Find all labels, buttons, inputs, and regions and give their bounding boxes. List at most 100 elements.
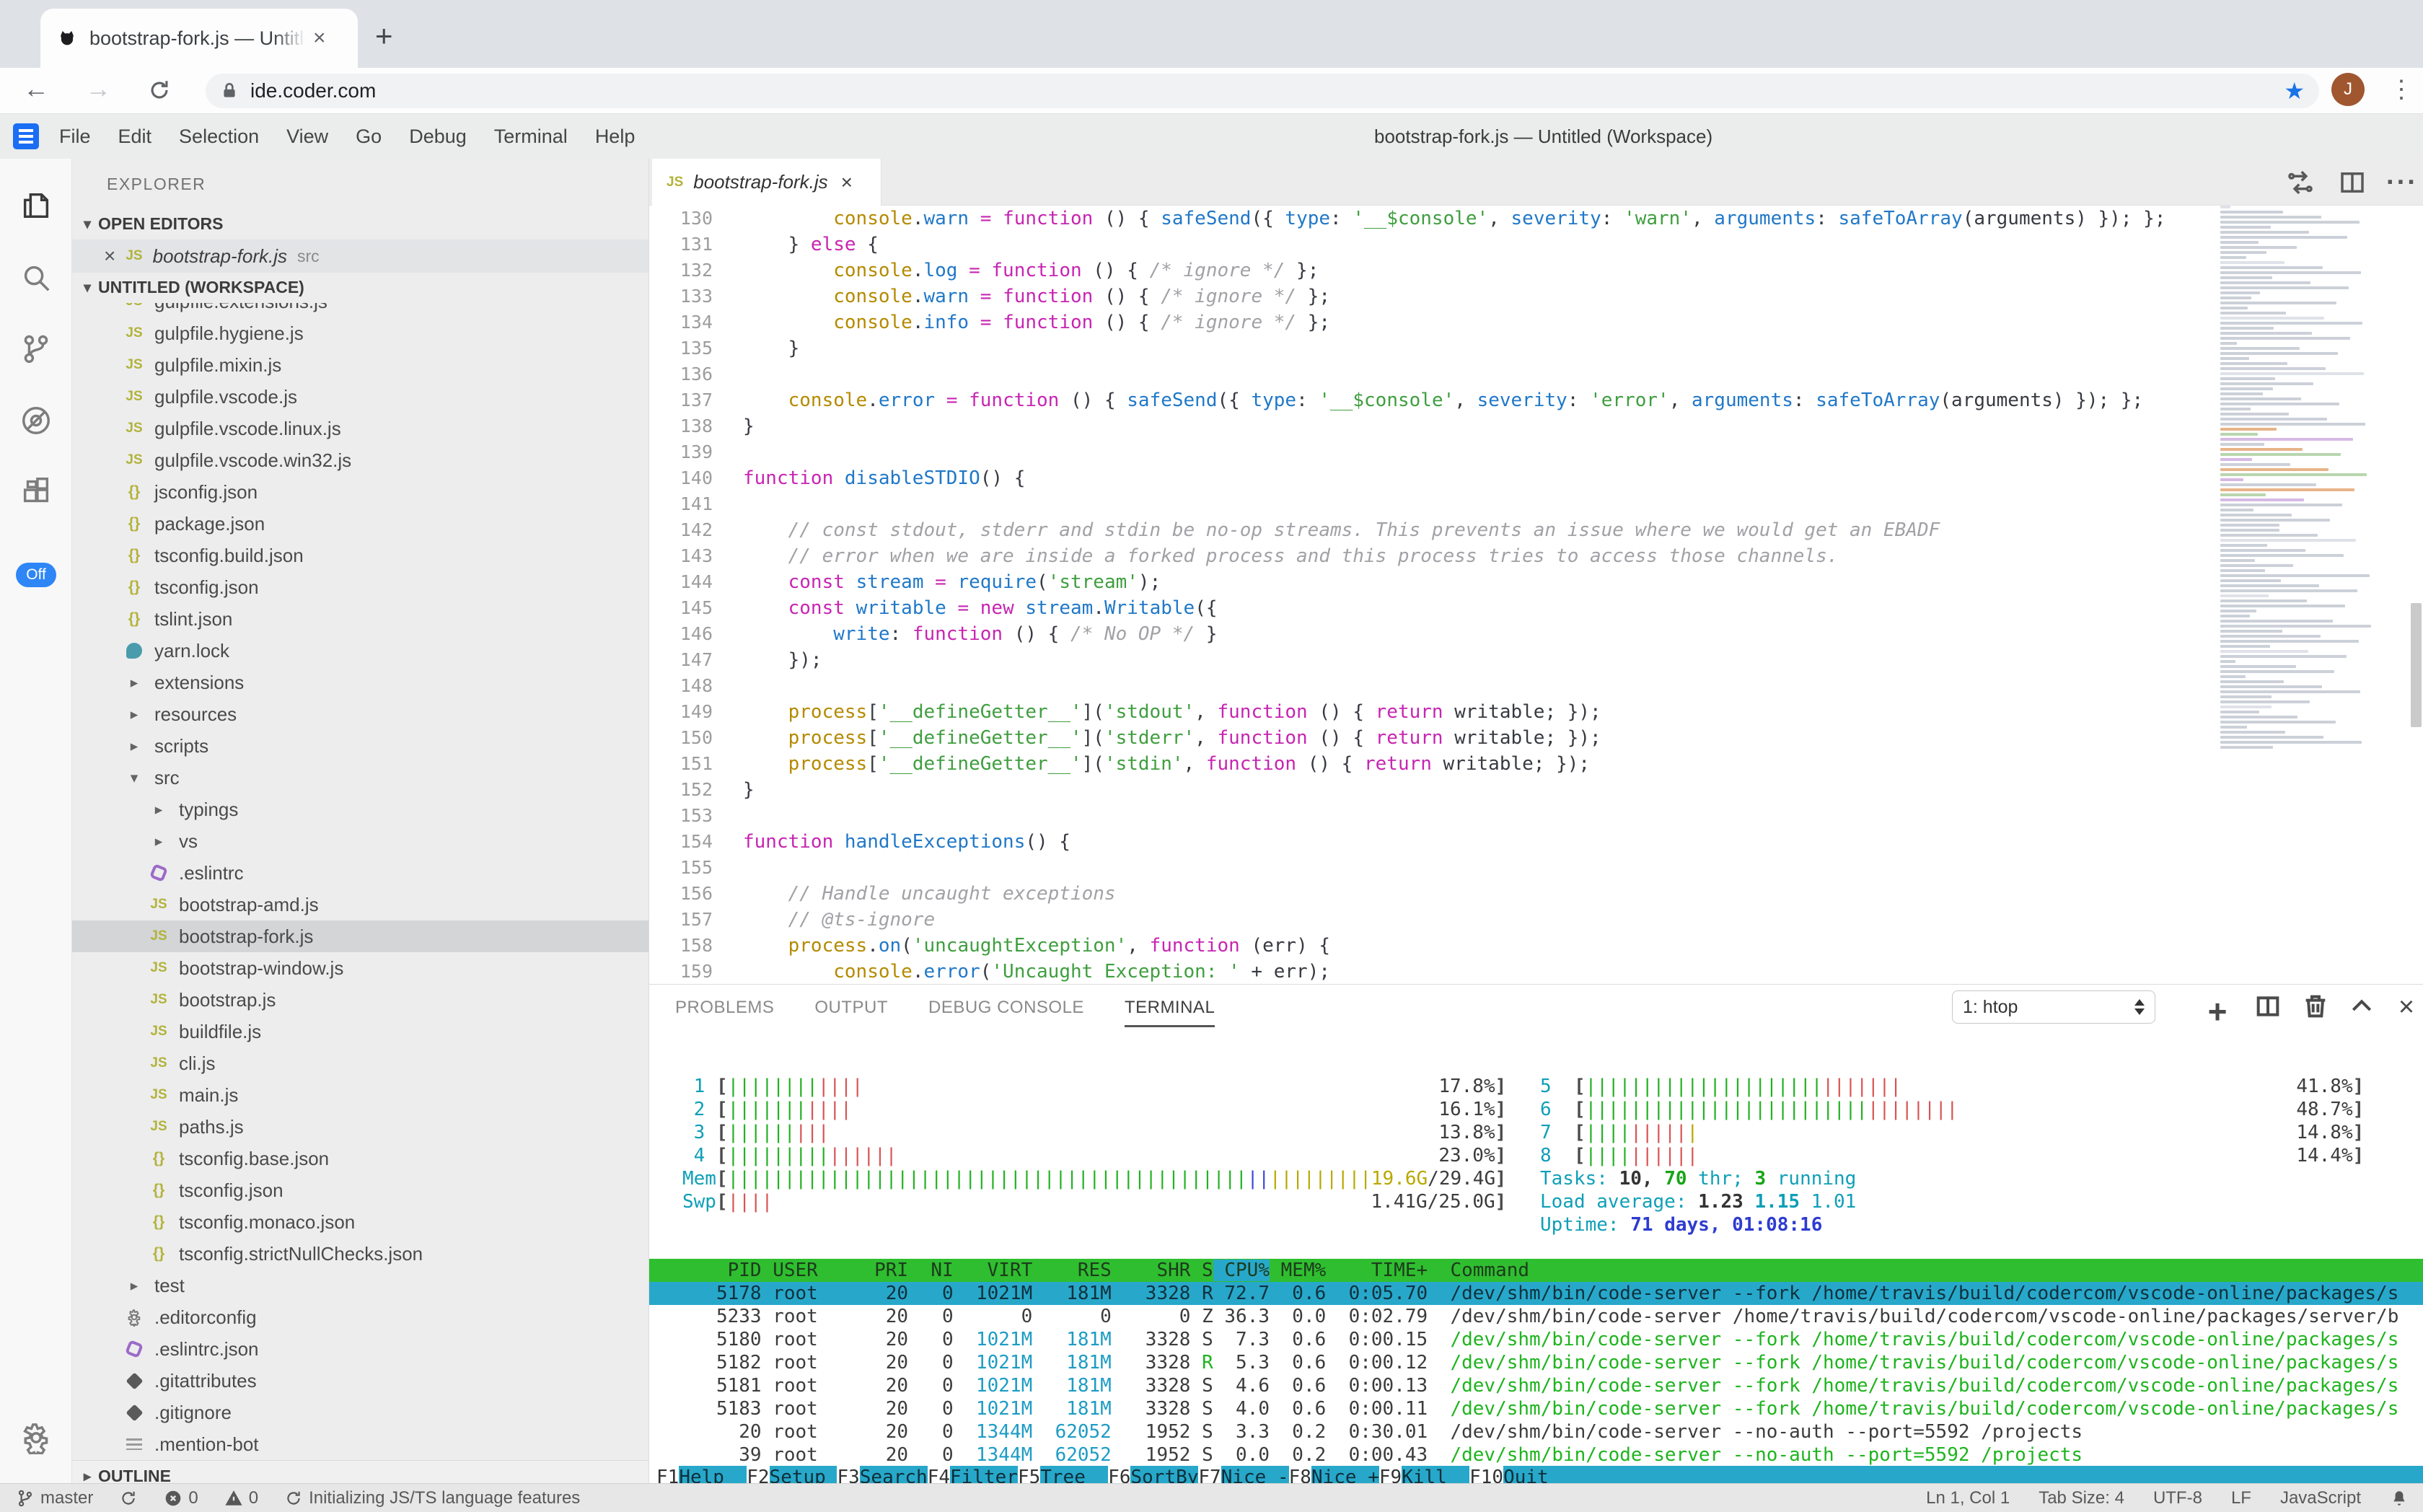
panel-tab-terminal[interactable]: TERMINAL [1125, 998, 1215, 1027]
browser-menu-icon[interactable]: ⋮ [2389, 75, 2414, 104]
open-changes-icon[interactable] [2285, 167, 2316, 198]
explorer-icon[interactable] [19, 189, 53, 222]
menu-edit[interactable]: Edit [118, 126, 152, 148]
tree-item-cli.js[interactable]: JScli.js [72, 1047, 649, 1079]
tree-item-.gitignore[interactable]: .gitignore [72, 1397, 649, 1428]
tree-item-bootstrap-window.js[interactable]: JSbootstrap-window.js [72, 952, 649, 984]
new-terminal-icon[interactable]: + [2202, 992, 2233, 1024]
panel-tab-output[interactable]: OUTPUT [814, 998, 888, 1027]
maximize-panel-icon[interactable] [2346, 992, 2378, 1024]
app-logo-icon[interactable] [13, 123, 39, 149]
tree-item-tsconfig.monaco.json[interactable]: {}tsconfig.monaco.json [72, 1206, 649, 1238]
tree-item-tsconfig.base.json[interactable]: {}tsconfig.base.json [72, 1143, 649, 1174]
tree-item-gulpfile.vscode.win32.js[interactable]: JSgulpfile.vscode.win32.js [72, 444, 649, 476]
minimap[interactable] [2220, 206, 2406, 984]
tab-close-icon[interactable]: × [313, 26, 326, 50]
editor-tab[interactable]: JS bootstrap-fork.js × [652, 159, 881, 206]
open-editor-item[interactable]: × JS bootstrap-fork.js src [72, 239, 649, 273]
toggle-off-badge[interactable]: Off [16, 563, 56, 587]
tree-item-paths.js[interactable]: JSpaths.js [72, 1111, 649, 1143]
open-editors-header[interactable]: ▾ OPEN EDITORS [72, 208, 649, 239]
more-actions-icon[interactable]: ··· [2386, 167, 2417, 198]
sync-status[interactable] [119, 1489, 138, 1508]
tree-item-vs[interactable]: ▸vs [72, 825, 649, 857]
tree-item-gulpfile.vscode.linux.js[interactable]: JSgulpfile.vscode.linux.js [72, 413, 649, 444]
bookmark-star-icon[interactable]: ★ [2284, 77, 2305, 105]
tree-item-bootstrap.js[interactable]: JSbootstrap.js [72, 984, 649, 1016]
close-panel-icon[interactable]: × [2391, 992, 2422, 1024]
workspace-header[interactable]: ▾ UNTITLED (WORKSPACE) [72, 271, 649, 303]
tree-item-src[interactable]: ▾src [72, 762, 649, 794]
menu-help[interactable]: Help [595, 126, 636, 148]
errors-status[interactable]: 0 [164, 1488, 198, 1508]
panel-tab-problems[interactable]: PROBLEMS [675, 998, 774, 1027]
tree-item-gulpfile.extensions.js[interactable]: JSgulpfile.extensions.js [72, 303, 649, 317]
panel-tab-debug-console[interactable]: DEBUG CONSOLE [928, 998, 1084, 1027]
debug-disabled-icon[interactable] [19, 404, 53, 437]
language-status-message[interactable]: Initializing JS/TS language features [284, 1488, 580, 1508]
menu-go[interactable]: Go [356, 126, 382, 148]
address-bar[interactable]: ide.coder.com ★ [206, 74, 2319, 108]
tree-item-.gitattributes[interactable]: .gitattributes [72, 1365, 649, 1397]
code-editor[interactable]: 130 console.warn = function () { safeSen… [649, 206, 2220, 984]
tree-item-bootstrap-fork.js[interactable]: JSbootstrap-fork.js [72, 920, 649, 952]
editor-scrollbar-thumb[interactable] [2411, 603, 2422, 727]
back-button[interactable]: ← [23, 74, 49, 104]
terminal-output[interactable]: 1 [||||||||||||17.8%] 2 [|||||||||||16.1… [649, 1034, 2423, 1484]
folder-icon: ▸ [147, 830, 170, 853]
tree-item-.editorconfig[interactable]: .editorconfig [72, 1301, 649, 1333]
status-tab-size-4[interactable]: Tab Size: 4 [2039, 1488, 2124, 1508]
tree-item-tsconfig.json[interactable]: {}tsconfig.json [72, 571, 649, 603]
kill-terminal-icon[interactable] [2300, 992, 2331, 1024]
tree-item-.mention-bot[interactable]: .mention-bot [72, 1428, 649, 1460]
tree-item-extensions[interactable]: ▸extensions [72, 667, 649, 698]
source-control-icon[interactable] [19, 332, 53, 365]
tree-item-bootstrap-amd.js[interactable]: JSbootstrap-amd.js [72, 889, 649, 920]
js-icon: JS [147, 925, 170, 948]
search-icon[interactable] [19, 261, 53, 294]
menu-terminal[interactable]: Terminal [494, 126, 568, 148]
tree-item-tsconfig.build.json[interactable]: {}tsconfig.build.json [72, 540, 649, 571]
tree-item-gulpfile.hygiene.js[interactable]: JSgulpfile.hygiene.js [72, 317, 649, 349]
settings-gear-icon[interactable] [19, 1421, 53, 1454]
tree-item-main.js[interactable]: JSmain.js [72, 1079, 649, 1111]
new-tab-button[interactable]: + [375, 19, 393, 53]
forward-button[interactable]: → [85, 74, 111, 104]
tree-item-tsconfig.strictNullChecks.json[interactable]: {}tsconfig.strictNullChecks.json [72, 1238, 649, 1270]
status-utf-8[interactable]: UTF-8 [2153, 1488, 2202, 1508]
status-ln-1-col-1[interactable]: Ln 1, Col 1 [1926, 1488, 2010, 1508]
warnings-status[interactable]: 0 [224, 1488, 258, 1508]
menu-debug[interactable]: Debug [409, 126, 467, 148]
tree-item-tsconfig.json[interactable]: {}tsconfig.json [72, 1174, 649, 1206]
tree-item-yarn.lock[interactable]: yarn.lock [72, 635, 649, 667]
tree-item-resources[interactable]: ▸resources [72, 698, 649, 730]
extensions-icon[interactable] [19, 475, 53, 508]
tree-item-gulpfile.mixin.js[interactable]: JSgulpfile.mixin.js [72, 349, 649, 381]
git-branch-status[interactable]: master [16, 1488, 93, 1508]
tree-item-test[interactable]: ▸test [72, 1270, 649, 1301]
tree-item-gulpfile.vscode.js[interactable]: JSgulpfile.vscode.js [72, 381, 649, 413]
status-lf[interactable]: LF [2231, 1488, 2251, 1508]
menu-selection[interactable]: Selection [179, 126, 259, 148]
tree-item-.eslintrc.json[interactable]: .eslintrc.json [72, 1333, 649, 1365]
close-icon[interactable]: × [104, 245, 115, 268]
status-javascript[interactable]: JavaScript [2280, 1488, 2361, 1508]
menu-view[interactable]: View [286, 126, 328, 148]
terminal-select[interactable]: 1: htop [1952, 990, 2155, 1024]
avatar[interactable]: J [2331, 73, 2365, 106]
split-editor-icon[interactable] [2337, 167, 2367, 198]
tree-item-typings[interactable]: ▸typings [72, 794, 649, 825]
tree-item-package.json[interactable]: {}package.json [72, 508, 649, 540]
tree-item-buildfile.js[interactable]: JSbuildfile.js [72, 1016, 649, 1047]
reload-button[interactable] [147, 78, 172, 102]
tab-close-icon[interactable]: × [841, 171, 853, 194]
tree-item-tslint.json[interactable]: {}tslint.json [72, 603, 649, 635]
bell-icon[interactable] [2390, 1489, 2409, 1508]
tree-item-jsconfig.json[interactable]: {}jsconfig.json [72, 476, 649, 508]
browser-tab[interactable]: bootstrap-fork.js — Untitled (W × [40, 9, 358, 68]
tree-item-.eslintrc[interactable]: .eslintrc [72, 857, 649, 889]
split-terminal-icon[interactable] [2252, 992, 2284, 1024]
outline-header[interactable]: ▸ OUTLINE [72, 1460, 649, 1483]
tree-item-scripts[interactable]: ▸scripts [72, 730, 649, 762]
menu-file[interactable]: File [59, 126, 91, 148]
